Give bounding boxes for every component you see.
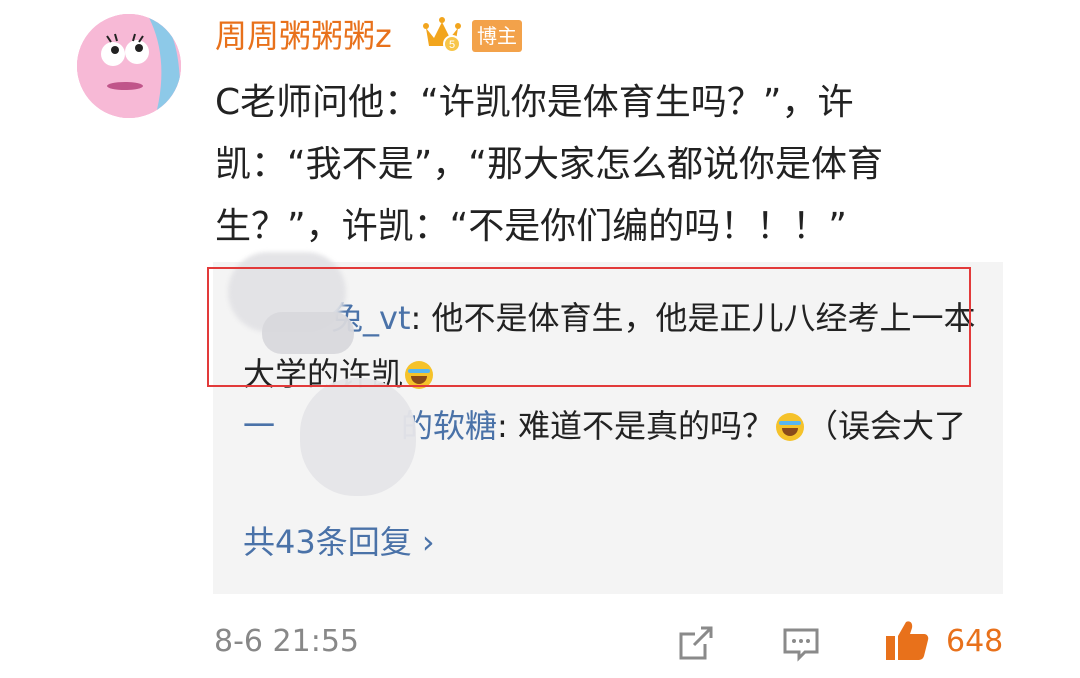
user-avatar[interactable] bbox=[77, 14, 181, 118]
comment-icon[interactable] bbox=[781, 624, 821, 664]
share-icon[interactable] bbox=[677, 624, 715, 662]
crown-icon: 5 bbox=[423, 17, 461, 53]
highlight-box bbox=[207, 267, 971, 387]
post-time: 8-6 21:55 bbox=[214, 624, 359, 659]
reply-text: : 难道不是真的吗？ bbox=[497, 407, 774, 445]
svg-text:5: 5 bbox=[449, 39, 455, 51]
like-icon[interactable] bbox=[884, 618, 930, 662]
post-text: C老师问他：“许凯你是体育生吗？”，许凯：“我不是”，“那大家怎么都说你是体育生… bbox=[215, 82, 883, 247]
like-count[interactable]: 648 bbox=[946, 622, 1003, 662]
blurred-name bbox=[300, 378, 416, 496]
avatar-icon bbox=[77, 14, 181, 118]
reply-username-start[interactable]: 一 bbox=[243, 407, 275, 445]
more-replies-link[interactable]: 共43条回复 › bbox=[243, 520, 435, 564]
laugh-emoji-icon bbox=[776, 413, 804, 441]
reply-text-after: （误会大了 bbox=[806, 407, 967, 445]
host-badge: 博主 bbox=[472, 20, 522, 52]
post-username[interactable]: 周周粥粥粥z bbox=[215, 14, 392, 58]
